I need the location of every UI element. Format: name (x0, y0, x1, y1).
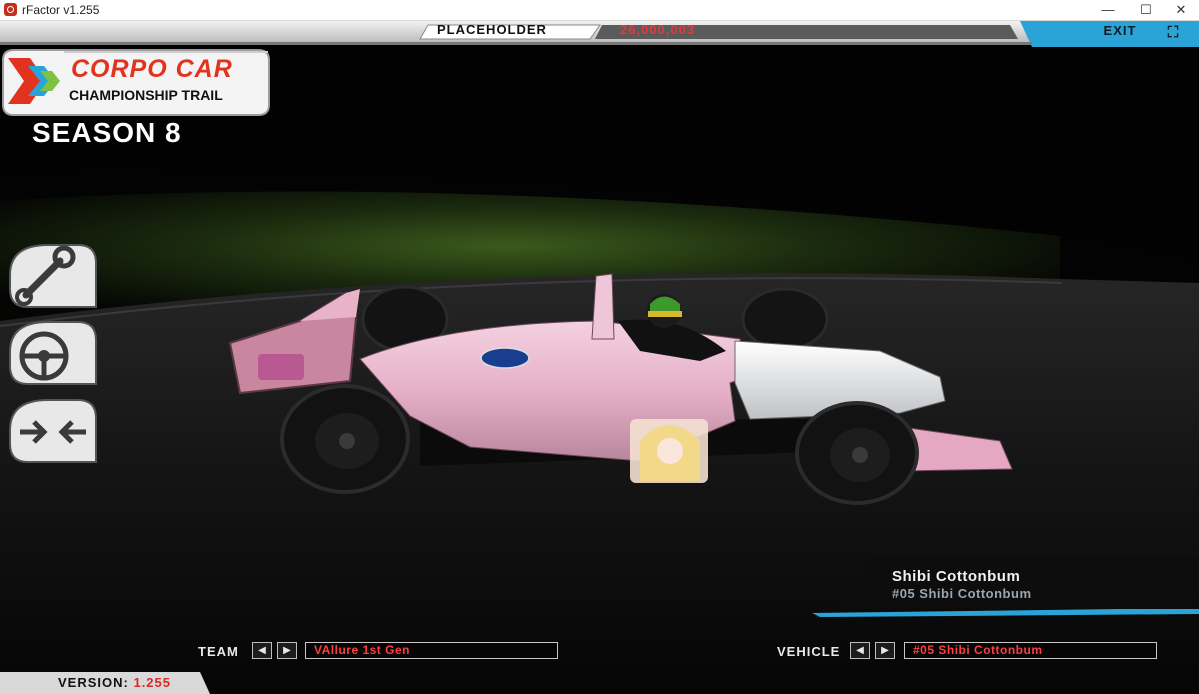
maximize-button[interactable]: ☐ (1128, 0, 1164, 20)
driver-entry: #05 Shibi Cottonbum (892, 586, 1032, 601)
vehicle-prev-button[interactable]: ◀ (850, 642, 870, 659)
minimize-button[interactable]: — (1090, 0, 1126, 20)
driving-options-button[interactable] (8, 320, 98, 386)
wrench-icon (9, 244, 97, 308)
exit-button[interactable]: EXIT (1080, 23, 1160, 43)
window-title: rFactor v1.255 (22, 3, 100, 17)
team-select[interactable]: VAllure 1st Gen (305, 642, 558, 659)
steering-wheel-icon (9, 321, 97, 385)
game-scene: PLACEHOLDER 26,000,003 EXIT ⛶ CORPO CAR … (0, 21, 1199, 694)
vehicle-label: VEHICLE (777, 644, 841, 659)
compare-button[interactable] (8, 398, 98, 464)
team-next-button[interactable]: ▶ (277, 642, 297, 659)
tuning-button[interactable] (8, 243, 98, 309)
profile-name-label: PLACEHOLDER (437, 22, 547, 37)
window-title-bar: rFactor v1.255 — ☐ ✕ (0, 0, 1199, 21)
logo-subtitle: CHAMPIONSHIP TRAIL (69, 87, 223, 103)
rfactor-app-icon (4, 3, 17, 16)
vehicle-select[interactable]: #05 Shibi Cottonbum (904, 642, 1157, 659)
season-label: SEASON 8 (32, 117, 182, 148)
close-button[interactable]: ✕ (1163, 0, 1199, 20)
fullscreen-icon[interactable]: ⛶ (1164, 24, 1182, 42)
logo-title: CORPO CAR (71, 55, 233, 83)
team-label: TEAM (198, 644, 239, 659)
team-prev-button[interactable]: ◀ (252, 642, 272, 659)
vehicle-next-button[interactable]: ▶ (875, 642, 895, 659)
version-label: VERSION: (58, 675, 129, 690)
championship-logo: CORPO CAR CHAMPIONSHIP TRAIL (3, 50, 269, 115)
version-display: VERSION: 1.255 (58, 675, 171, 690)
driver-name: Shibi Cottonbum (892, 568, 1021, 585)
money-counter: 26,000,003 (620, 22, 696, 37)
version-value: 1.255 (133, 675, 172, 690)
compare-arrows-icon (9, 399, 97, 463)
